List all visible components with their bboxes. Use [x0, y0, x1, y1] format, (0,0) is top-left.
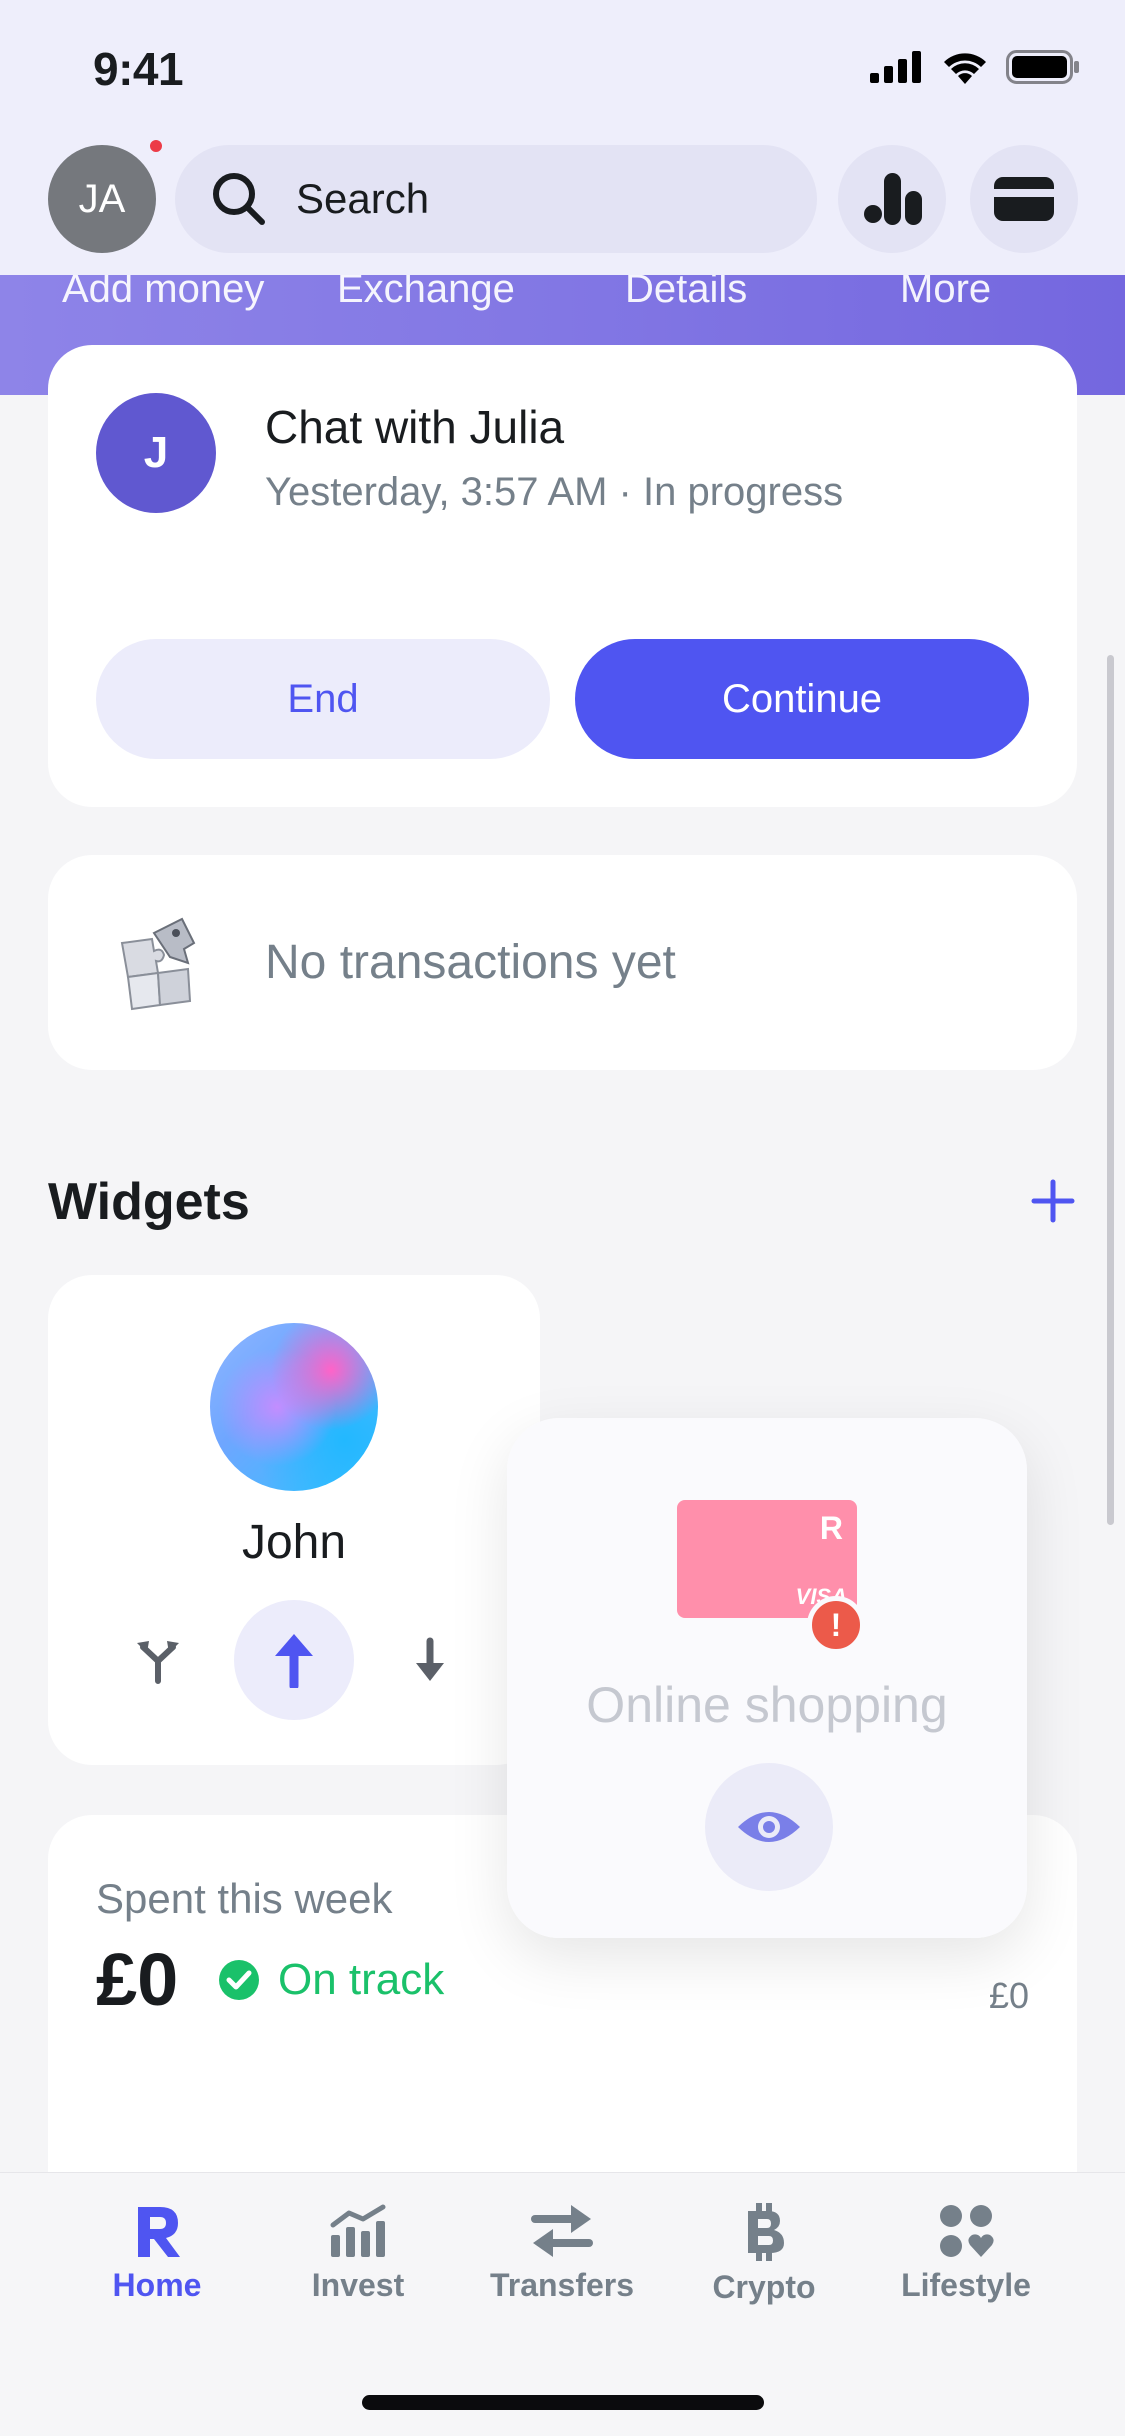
analytics-button[interactable]: [838, 145, 946, 253]
puzzle-icon: [120, 917, 196, 1011]
search-placeholder: Search: [296, 175, 430, 222]
cellular-signal-icon: [870, 51, 921, 83]
spent-label: Spent this week: [96, 1875, 393, 1922]
online-shopping-title: Online shopping: [586, 1677, 948, 1733]
arrow-down-icon: [416, 1637, 444, 1681]
continue-chat-button[interactable]: Continue: [575, 639, 1029, 759]
spent-axis-value: £0: [988, 1975, 1029, 2016]
quick-action-add-money[interactable]: Add money: [62, 275, 264, 312]
on-track-status: On track: [218, 1955, 444, 2005]
bitcoin-icon: [748, 2203, 784, 2261]
home-indicator[interactable]: [362, 2395, 764, 2410]
tab-label: Lifestyle: [901, 2267, 1031, 2303]
quick-action-more[interactable]: More: [900, 275, 991, 312]
arrow-up-icon: [275, 1634, 313, 1688]
bar-chart-icon: [864, 173, 922, 225]
widgets-title: Widgets: [48, 1173, 250, 1231]
tab-lifestyle[interactable]: Lifestyle: [866, 2203, 1066, 2304]
tab-invest[interactable]: Invest: [258, 2203, 458, 2304]
tab-label: Home: [112, 2267, 202, 2303]
end-chat-button[interactable]: End: [96, 639, 550, 759]
no-transactions-text: No transactions yet: [265, 936, 676, 989]
profile-avatar[interactable]: JA: [48, 145, 156, 253]
notification-dot: [148, 138, 164, 154]
search-icon: [213, 173, 265, 225]
chart-icon: [330, 2204, 386, 2257]
transfer-arrows-icon: [531, 2205, 593, 2257]
revolut-r-icon: [138, 2207, 180, 2257]
add-widget-icon[interactable]: [1030, 1178, 1076, 1224]
tab-crypto[interactable]: Crypto: [664, 2203, 864, 2306]
request-money-button[interactable]: [400, 1625, 460, 1695]
lifestyle-icon: [940, 2205, 994, 2257]
status-time: 9:41: [93, 43, 184, 95]
status-bar: 9:41: [0, 0, 1125, 135]
cards-button[interactable]: [970, 145, 1078, 253]
check-circle-icon: [219, 1960, 259, 2000]
tab-transfers[interactable]: Transfers: [462, 2203, 662, 2304]
chat-avatar: J: [96, 393, 216, 513]
chat-subtitle: Yesterday, 3:57 AM · In progress: [265, 470, 844, 514]
split-icon: [137, 1641, 179, 1684]
status-text: On track: [278, 1955, 445, 2004]
card-logo: R: [819, 1510, 843, 1546]
contact-name: John: [241, 1516, 347, 1569]
contact-widget[interactable]: John: [48, 1275, 540, 1765]
tab-label: Transfers: [489, 2267, 635, 2303]
app-header: JA Search: [0, 135, 1125, 275]
card-icon: [994, 177, 1054, 221]
quick-action-exchange[interactable]: Exchange: [337, 275, 515, 312]
eye-icon: [738, 1812, 800, 1842]
spent-amount: £0: [96, 1938, 179, 2021]
tab-home[interactable]: Home: [57, 2203, 257, 2304]
transactions-card[interactable]: No transactions yet: [48, 855, 1077, 1070]
search-bar[interactable]: Search: [175, 145, 817, 253]
show-details-button[interactable]: [705, 1763, 833, 1891]
scroll-indicator[interactable]: [1107, 655, 1114, 1525]
quick-action-details[interactable]: Details: [625, 275, 747, 312]
chat-card[interactable]: J Chat with Julia Yesterday, 3:57 AM · I…: [48, 345, 1077, 807]
send-money-button[interactable]: [234, 1600, 354, 1720]
online-shopping-widget[interactable]: R VISA ! Online shopping: [507, 1418, 1027, 1938]
tab-label: Invest: [311, 2267, 405, 2303]
tab-label: Crypto: [712, 2269, 816, 2305]
status-icons: [870, 50, 1080, 84]
chat-title: Chat with Julia: [265, 401, 565, 453]
contact-avatar: [210, 1323, 378, 1491]
alert-icon: !: [807, 1596, 865, 1654]
wifi-icon: [944, 53, 986, 84]
battery-icon: [1006, 50, 1079, 84]
split-button[interactable]: [128, 1625, 188, 1695]
